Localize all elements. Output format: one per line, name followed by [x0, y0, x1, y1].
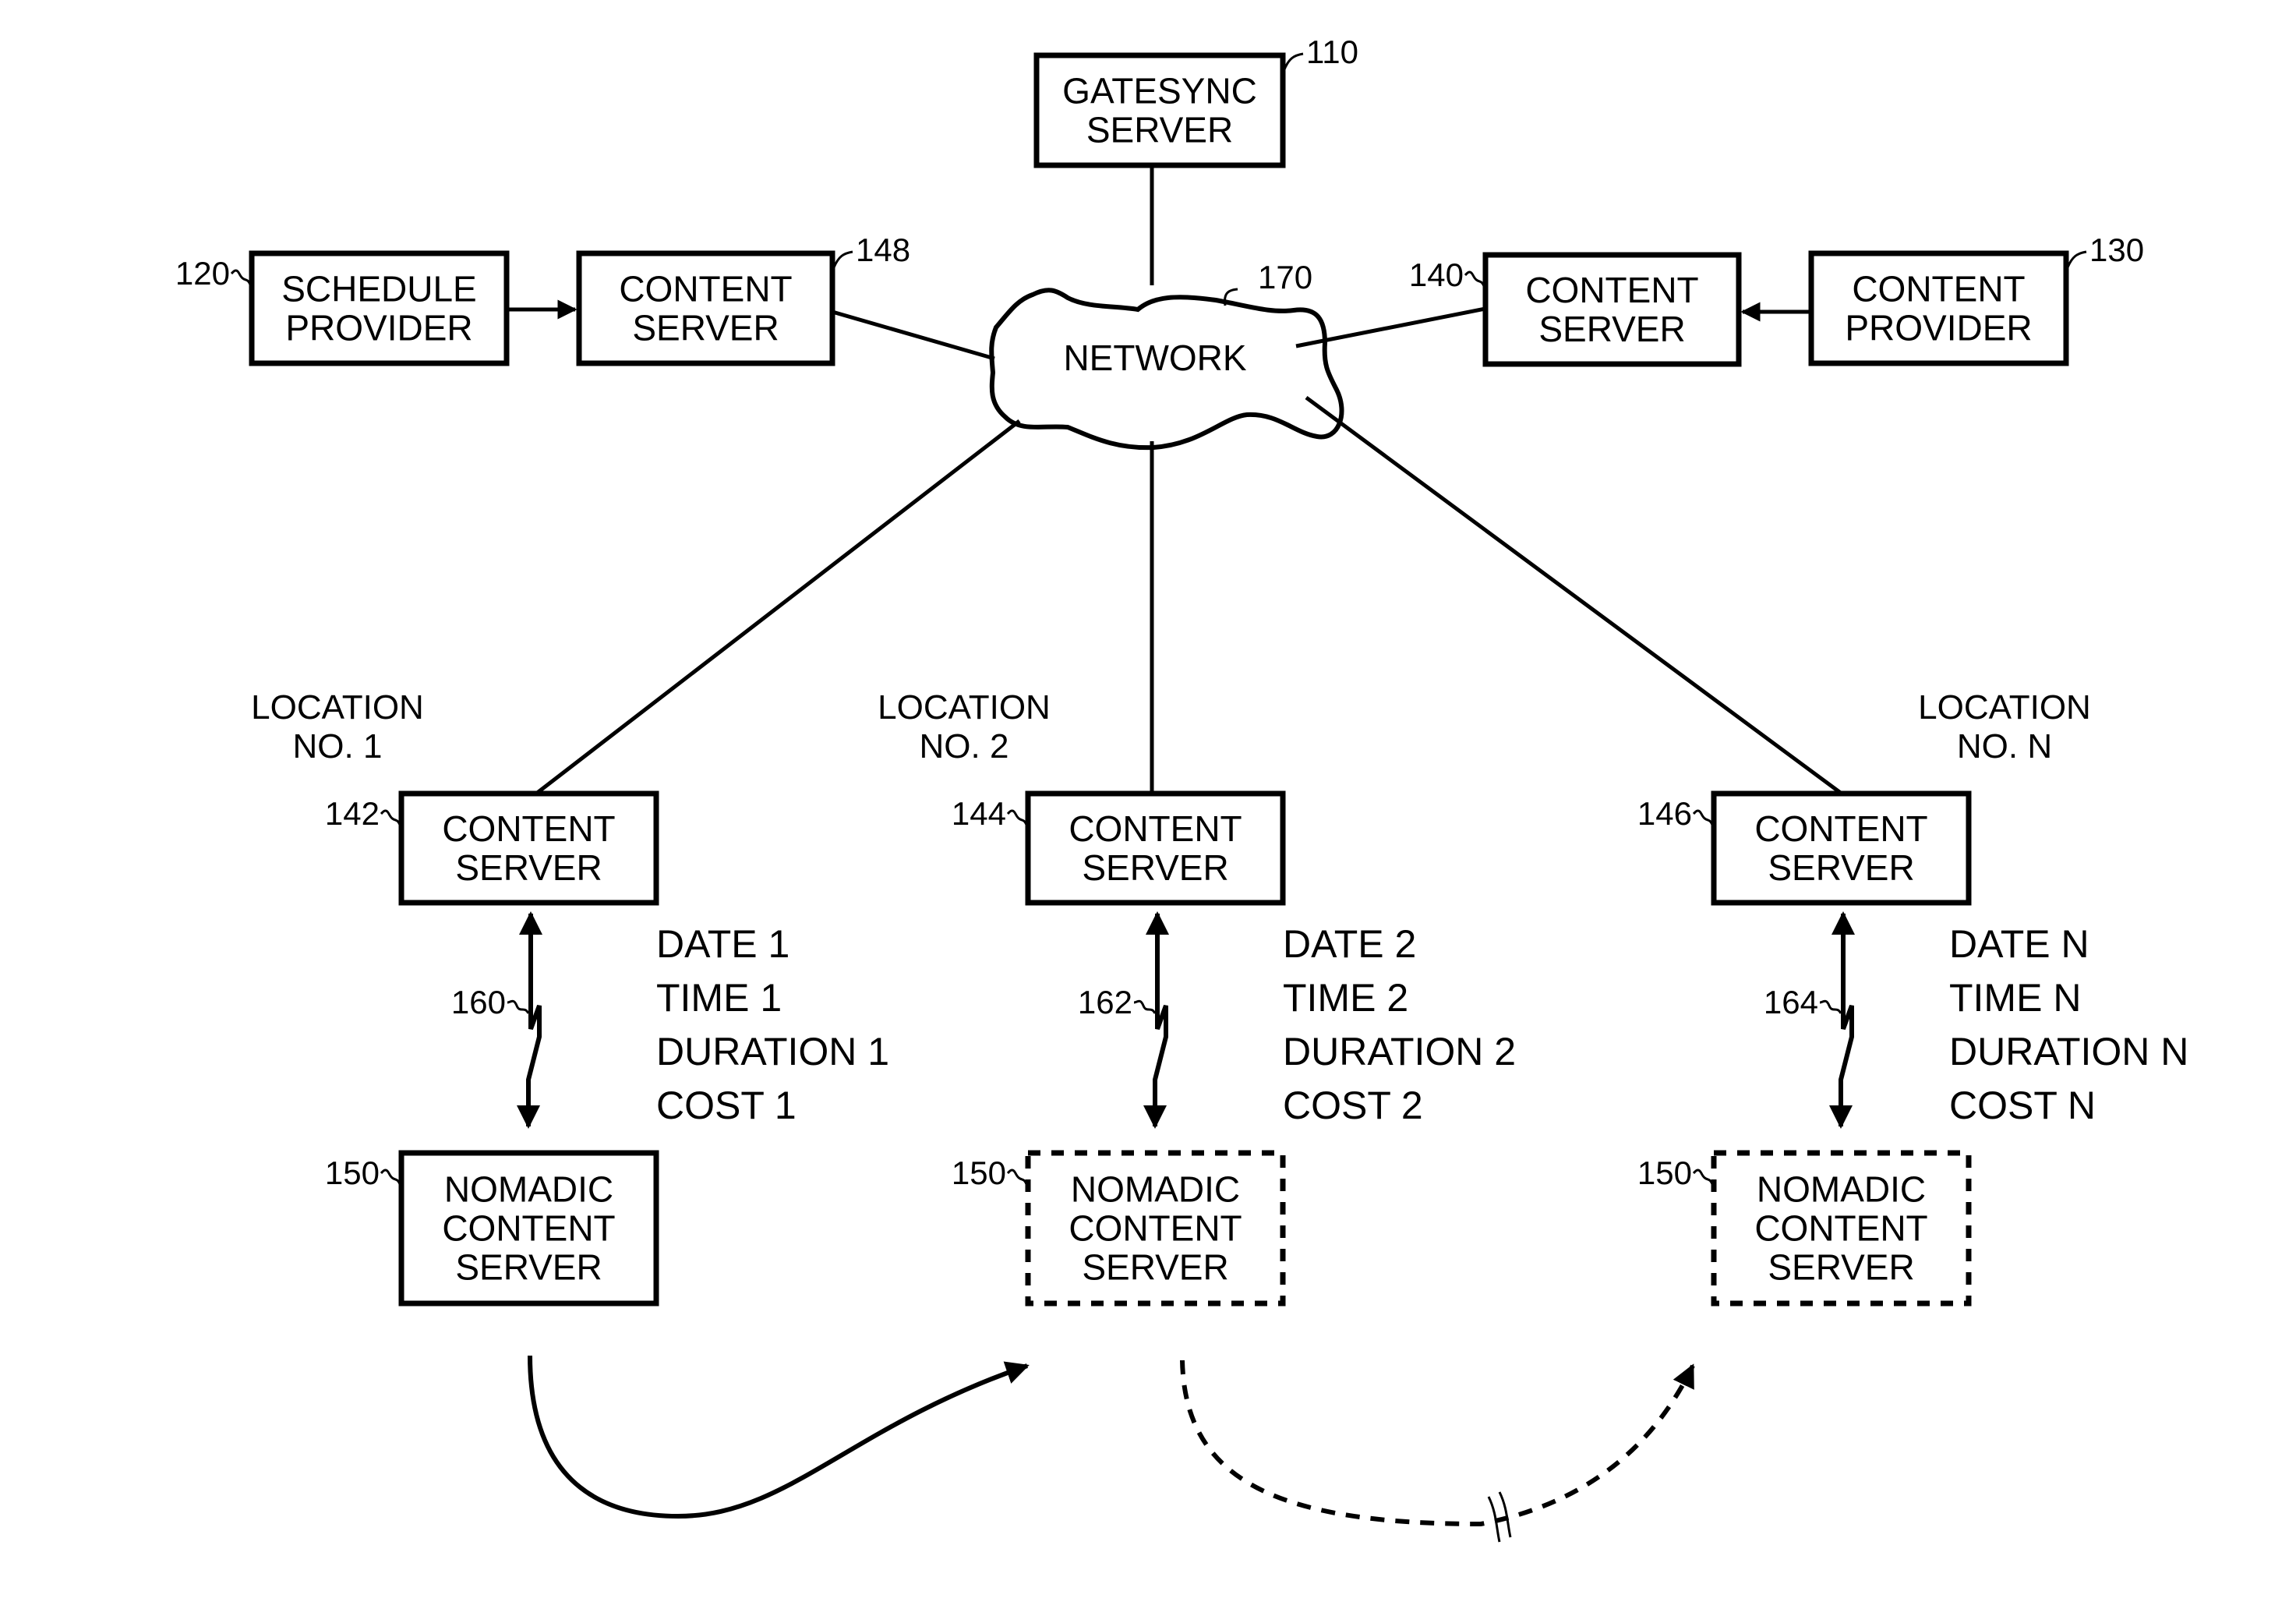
location-content-server-box-ref-leader — [1006, 809, 1028, 826]
nomadic-content-server-box-label-line: CONTENT — [1754, 1208, 1927, 1249]
content-server-148-box-ref: 148 — [856, 232, 910, 268]
location-content-server-box-label-line: SERVER — [1082, 847, 1228, 888]
schedule-provider-box-ref: 120 — [175, 255, 230, 292]
location-content-server-box-label-line: CONTENT — [442, 808, 615, 849]
nomadic-content-server-box-label-line: NOMADIC — [444, 1169, 613, 1210]
location-title: LOCATION — [251, 688, 424, 727]
nomadic-content-server-box-ref-leader — [1006, 1169, 1028, 1185]
nomadic-content-server-box-label-line: NOMADIC — [1071, 1169, 1240, 1210]
schedule-provider-box: SCHEDULEPROVIDER 120 — [175, 250, 510, 366]
location-content-server-box-ref: 146 — [1637, 795, 1692, 832]
nomadic-content-server-box: NOMADICCONTENTSERVER 150 — [1637, 1150, 1972, 1307]
location-title: LOCATION — [1918, 688, 2091, 727]
system-diagram: NETWORK 170 GATESYNCSERVER110SCHEDULEPRO… — [175, 34, 2188, 1543]
content-server-140-box-label-line: SERVER — [1538, 309, 1685, 349]
link-ref: 164 — [1764, 984, 1818, 1020]
move-curve-2-to-N — [1180, 1360, 1695, 1527]
location-1: LOCATIONNO. 1CONTENTSERVER142160DATE 1TI… — [251, 688, 889, 1307]
content-server-148-box-ref-leader — [832, 250, 853, 268]
content-provider-box: CONTENTPROVIDER 130 — [1808, 232, 2144, 366]
location-3: LOCATIONNO. NCONTENTSERVER146164DATE NTI… — [1637, 688, 2188, 1307]
gatesync-server-box-ref-leader — [1283, 52, 1304, 70]
nomadic-content-server-box-ref-leader — [1692, 1169, 1714, 1185]
content-provider-box-ref-leader — [2066, 250, 2087, 268]
schedule-provider-box-label-line: SCHEDULE — [281, 269, 477, 309]
content-provider-box-ref: 130 — [2089, 232, 2144, 268]
link-network-locN — [1305, 395, 1843, 796]
link-ref: 160 — [451, 984, 506, 1020]
content-server-148-box: CONTENTSERVER 148 — [576, 232, 910, 366]
link-ref-leader — [507, 999, 530, 1014]
wireless-link — [517, 911, 542, 1129]
nomadic-content-server-box-ref: 150 — [1637, 1154, 1692, 1191]
schedule-info-line: COST 2 — [1283, 1084, 1423, 1127]
schedule-provider-box-label-line: PROVIDER — [285, 308, 472, 348]
schedule-info-line: TIME N — [1949, 976, 2081, 1020]
schedule-info-line: COST N — [1949, 1084, 2096, 1127]
location-content-server-box-label-line: SERVER — [455, 847, 602, 888]
location-content-server-box: CONTENTSERVER 144 — [952, 790, 1286, 906]
location-content-server-box: CONTENTSERVER 142 — [325, 790, 659, 906]
network-cloud: NETWORK — [989, 288, 1344, 451]
content-server-148-box-label-line: SERVER — [632, 308, 779, 348]
location-content-server-box: CONTENTSERVER 146 — [1637, 790, 1972, 906]
nomadic-content-server-box-ref-leader — [380, 1169, 401, 1185]
link-cs148-network — [832, 309, 995, 361]
location-content-server-box-label-line: CONTENT — [1069, 808, 1242, 849]
wireless-link — [1829, 911, 1855, 1129]
content-provider-box-label-line: PROVIDER — [1845, 308, 2032, 348]
nomadic-content-server-box-label-line: CONTENT — [1069, 1208, 1242, 1249]
nomadic-content-server-box: NOMADICCONTENTSERVER 150 — [952, 1150, 1286, 1307]
nomadic-content-server-box: NOMADICCONTENTSERVER 150 — [325, 1150, 659, 1307]
nomadic-content-server-box-ref: 150 — [325, 1154, 380, 1191]
link-ref-leader — [1819, 999, 1842, 1014]
network-ref: 170 — [1258, 259, 1312, 295]
location-title: LOCATION — [878, 688, 1051, 727]
nomadic-content-server-box-label-line: SERVER — [1768, 1247, 1914, 1288]
location-content-server-box-label-line: SERVER — [1768, 847, 1914, 888]
content-server-140-box-ref-leader — [1464, 270, 1485, 287]
move-curve-1-to-2 — [528, 1355, 1030, 1519]
wireless-link — [1143, 911, 1169, 1129]
content-server-148-box-label-line: CONTENT — [619, 269, 792, 309]
content-server-140-box: CONTENTSERVER 140 — [1409, 252, 1742, 367]
gatesync-server-box-ref: 110 — [1306, 34, 1358, 70]
schedule-provider-box-ref-leader — [230, 269, 252, 285]
break-symbol-icon — [1487, 1491, 1512, 1543]
content-server-140-box-label-line: CONTENT — [1525, 270, 1698, 310]
content-provider-box-label-line: CONTENT — [1852, 269, 2025, 309]
content-server-140-box-ref: 140 — [1409, 256, 1464, 293]
schedule-info-line: DATE 2 — [1283, 922, 1416, 966]
location-number: NO. 2 — [920, 727, 1009, 766]
location-content-server-box-ref-leader — [1692, 809, 1714, 826]
gatesync-server-box-label-line: SERVER — [1086, 110, 1233, 150]
location-content-server-box-ref: 142 — [325, 795, 380, 832]
link-ref: 162 — [1078, 984, 1132, 1020]
location-2: LOCATIONNO. 2CONTENTSERVER144162DATE 2TI… — [878, 688, 1516, 1307]
nomadic-content-server-box-ref: 150 — [952, 1154, 1006, 1191]
gatesync-server-box-label-line: GATESYNC — [1062, 71, 1257, 111]
location-content-server-box-label-line: CONTENT — [1754, 808, 1927, 849]
location-number: NO. N — [1957, 727, 2052, 766]
schedule-info-line: DATE 1 — [656, 922, 789, 966]
schedule-info-line: TIME 1 — [656, 976, 782, 1020]
schedule-info-line: DATE N — [1949, 922, 2089, 966]
location-content-server-box-ref-leader — [380, 809, 401, 826]
location-content-server-box-ref: 144 — [952, 795, 1006, 832]
link-ref-leader — [1133, 999, 1157, 1014]
schedule-info-line: DURATION N — [1949, 1030, 2188, 1073]
nomadic-content-server-box-label-line: SERVER — [1082, 1247, 1228, 1288]
schedule-info-line: DURATION 1 — [656, 1030, 889, 1073]
nomadic-content-server-box-label-line: NOMADIC — [1757, 1169, 1926, 1210]
location-number: NO. 1 — [293, 727, 383, 766]
schedule-info-line: COST 1 — [656, 1084, 797, 1127]
schedule-info-line: TIME 2 — [1283, 976, 1408, 1020]
network-label: NETWORK — [1063, 338, 1246, 378]
gatesync-server-box: GATESYNCSERVER 110 — [1033, 34, 1358, 168]
schedule-info-line: DURATION 2 — [1283, 1030, 1516, 1073]
nomadic-content-server-box-label-line: SERVER — [455, 1247, 602, 1288]
nomadic-content-server-box-label-line: CONTENT — [442, 1208, 615, 1249]
